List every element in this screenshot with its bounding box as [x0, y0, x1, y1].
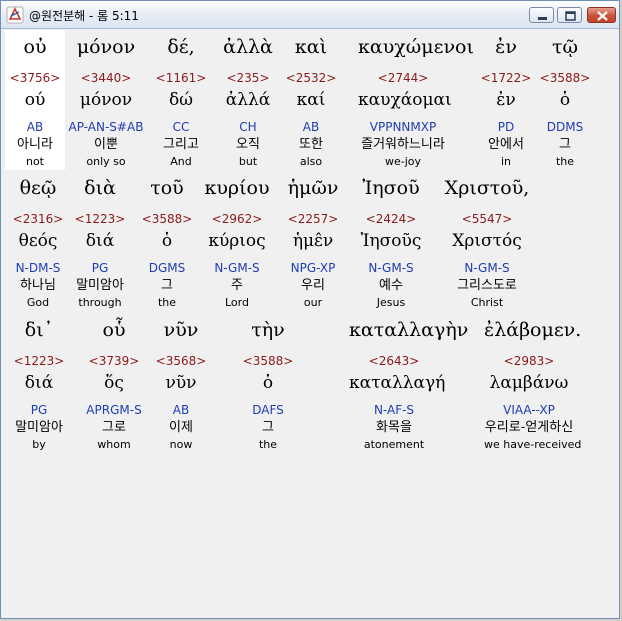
word-column[interactable]: νῦν <3568> νῦν AB 이제 now [136, 317, 226, 452]
app-icon [6, 6, 24, 24]
greek-word: Χριστοῦ, [444, 177, 530, 199]
lemma: ὁ [262, 373, 274, 393]
bible-analysis-window: @원전분해 - 롬 5:11 οὐ <3756> ού AB 아니라 not μ… [0, 0, 620, 619]
word-column[interactable]: καταλλαγὴν <2643> καταλλαγή N-AF-S 화목을 a… [349, 317, 469, 452]
lemma: Ἰησοῦς [360, 231, 422, 251]
korean-gloss: 그 [559, 137, 571, 152]
close-button[interactable] [587, 7, 616, 23]
korean-gloss: 그리스도로 [457, 278, 517, 293]
greek-word: τὴν [251, 319, 285, 341]
lemma: καί [296, 90, 326, 110]
minimize-button[interactable] [529, 7, 554, 23]
english-gloss: Christ [470, 296, 504, 309]
close-icon [597, 11, 608, 21]
word-column[interactable]: ἐλάβομεν. <2983> λαμβάνω VIAA--XP 우리로-얻게… [484, 317, 582, 452]
strong-number[interactable]: <3588> [223, 352, 313, 370]
morph-code: VPPNNMXP [369, 120, 437, 134]
lemma: ὁ [559, 90, 571, 110]
morph-code: DAFS [252, 403, 284, 417]
minimize-icon [538, 17, 547, 20]
english-gloss: also [299, 155, 323, 168]
korean-gloss: 우리로-얻게하신 [484, 420, 574, 435]
strong-number[interactable]: <3568> [136, 352, 226, 370]
strong-number[interactable]: <2983> [484, 352, 574, 370]
korean-gloss: 예수 [379, 278, 403, 293]
strong-number[interactable]: <2257> [268, 210, 358, 228]
english-gloss: Jesus [376, 296, 406, 309]
greek-word: καὶ [294, 36, 328, 58]
korean-gloss: 또한 [299, 137, 323, 152]
maximize-button[interactable] [557, 7, 582, 23]
lemma: ἡμε̂ν [292, 231, 334, 251]
morph-code: AB [172, 403, 190, 417]
title-bar[interactable]: @원전분해 - 롬 5:11 [1, 1, 619, 29]
lemma: Χριστός [452, 231, 522, 251]
window-title: @원전분해 - 롬 5:11 [29, 9, 139, 23]
word-column[interactable]: Χριστοῦ, <5547> Χριστός N-GM-S 그리스도로 Chr… [442, 175, 532, 310]
english-gloss: we-joy [384, 155, 422, 168]
morph-code: N-GM-S [464, 261, 510, 275]
strong-number[interactable]: <5547> [442, 210, 532, 228]
korean-gloss: 그 [262, 420, 274, 435]
english-gloss: our [303, 296, 323, 309]
morph-code: N-GM-S [368, 261, 414, 275]
morph-code: NPG-XP [290, 261, 336, 275]
word-column[interactable]: Ἰησοῦ <2424> Ἰησοῦς N-GM-S 예수 Jesus [346, 175, 436, 310]
english-gloss: the [555, 155, 575, 168]
english-gloss: atonement [363, 438, 425, 451]
strong-number[interactable]: <2424> [346, 210, 436, 228]
word-column[interactable]: τὴν <3588> ὁ DAFS 그 the [223, 317, 313, 452]
greek-word: τῷ [551, 36, 578, 58]
english-gloss: now [169, 438, 193, 451]
lemma: νῦν [165, 373, 197, 393]
morph-code: DDMS [546, 120, 584, 134]
morph-code: VIAA--XP [503, 403, 555, 417]
english-gloss: the [258, 438, 278, 451]
english-gloss: we have-received [484, 438, 582, 451]
greek-word: Ἰησοῦ [362, 177, 420, 199]
morph-code: AB [302, 120, 320, 134]
korean-gloss: 화목을 [376, 420, 412, 435]
lemma: λαμβάνω [489, 373, 569, 393]
korean-gloss: 우리 [301, 278, 325, 293]
word-column[interactable]: καὶ <2532> καί AB 또한 also [266, 34, 356, 169]
greek-word: ἡμῶν [287, 177, 339, 199]
korean-gloss: 즐거워하느니라 [361, 137, 445, 152]
lemma: καταλλαγή [349, 373, 446, 393]
strong-number[interactable]: <2532> [266, 69, 356, 87]
strong-number[interactable]: <3588> [520, 69, 610, 87]
maximize-icon [565, 11, 576, 21]
greek-word: καταλλαγὴν [349, 319, 469, 341]
word-column[interactable]: ἡμῶν <2257> ἡμε̂ν NPG-XP 우리 our [268, 175, 358, 310]
interlinear-panel: οὐ <3756> ού AB 아니라 not μόνον <3440> μόν… [5, 30, 617, 616]
greek-word: ἐλάβομεν. [484, 319, 582, 341]
korean-gloss: 이제 [169, 420, 193, 435]
greek-word: καυχώμενοι [358, 36, 474, 58]
word-column[interactable]: τῷ <3588> ὁ DDMS 그 the [520, 34, 610, 169]
strong-number[interactable]: <2744> [358, 69, 448, 87]
lemma: καυχάομαι [358, 90, 452, 110]
word-column[interactable]: καυχώμενοι <2744> καυχάομαι VPPNNMXP 즐거워… [358, 34, 474, 169]
morph-code: N-AF-S [373, 403, 415, 417]
greek-word: νῦν [163, 319, 199, 341]
strong-number[interactable]: <2643> [349, 352, 439, 370]
